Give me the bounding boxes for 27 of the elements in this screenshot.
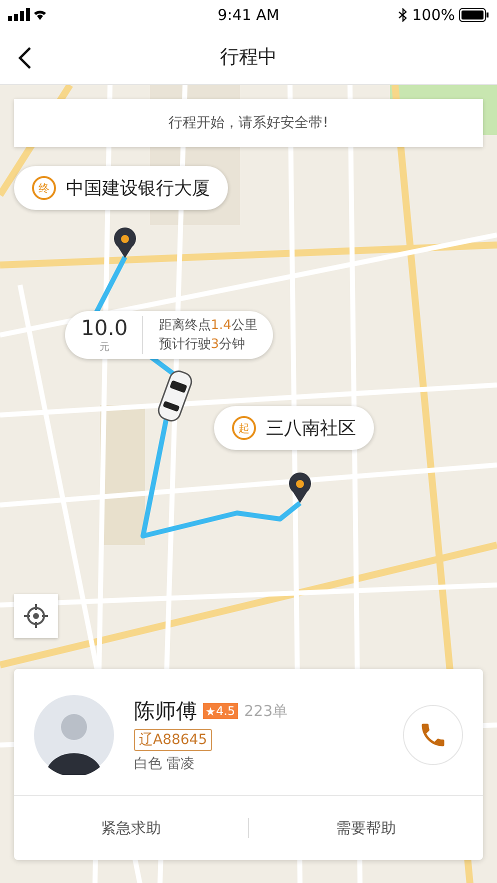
notice-banner: 行程开始，请系好安全带! xyxy=(14,99,483,147)
trip-estimate-text: 预计行驶3分钟 xyxy=(158,336,246,354)
start-badge: 起 xyxy=(232,416,256,440)
end-badge: 终 xyxy=(32,176,56,200)
order-count: 223单 xyxy=(244,702,288,720)
fare-amount: 10.0 xyxy=(81,316,128,340)
fare-unit: 元 xyxy=(99,341,110,354)
back-icon xyxy=(18,46,32,70)
map-pin-icon xyxy=(288,472,312,504)
origin-name: 三八南社区 xyxy=(266,417,356,440)
bluetooth-icon xyxy=(398,8,408,22)
destination-name: 中国建设银行大厦 xyxy=(66,177,210,200)
signal-icon xyxy=(8,8,46,22)
car-description: 白色 雷凌 xyxy=(134,755,194,773)
license-plate: 辽A88645 xyxy=(134,729,212,751)
status-time: 9:41 AM xyxy=(218,6,280,24)
locate-icon xyxy=(23,603,49,629)
action-button[interactable]: 需要帮助 xyxy=(249,796,483,860)
map-pin-icon xyxy=(113,227,137,259)
driver-name: 陈师傅 xyxy=(134,698,197,725)
rating-badge: 4.5 xyxy=(203,703,238,719)
battery-percent: 100% xyxy=(412,6,455,24)
page-title: 行程中 xyxy=(220,45,277,70)
locate-button[interactable] xyxy=(14,594,58,638)
action-button[interactable]: 紧急求助 xyxy=(14,796,248,860)
battery-icon xyxy=(459,8,489,22)
trip-estimate-text: 距离终点1.4公里 xyxy=(158,317,258,335)
